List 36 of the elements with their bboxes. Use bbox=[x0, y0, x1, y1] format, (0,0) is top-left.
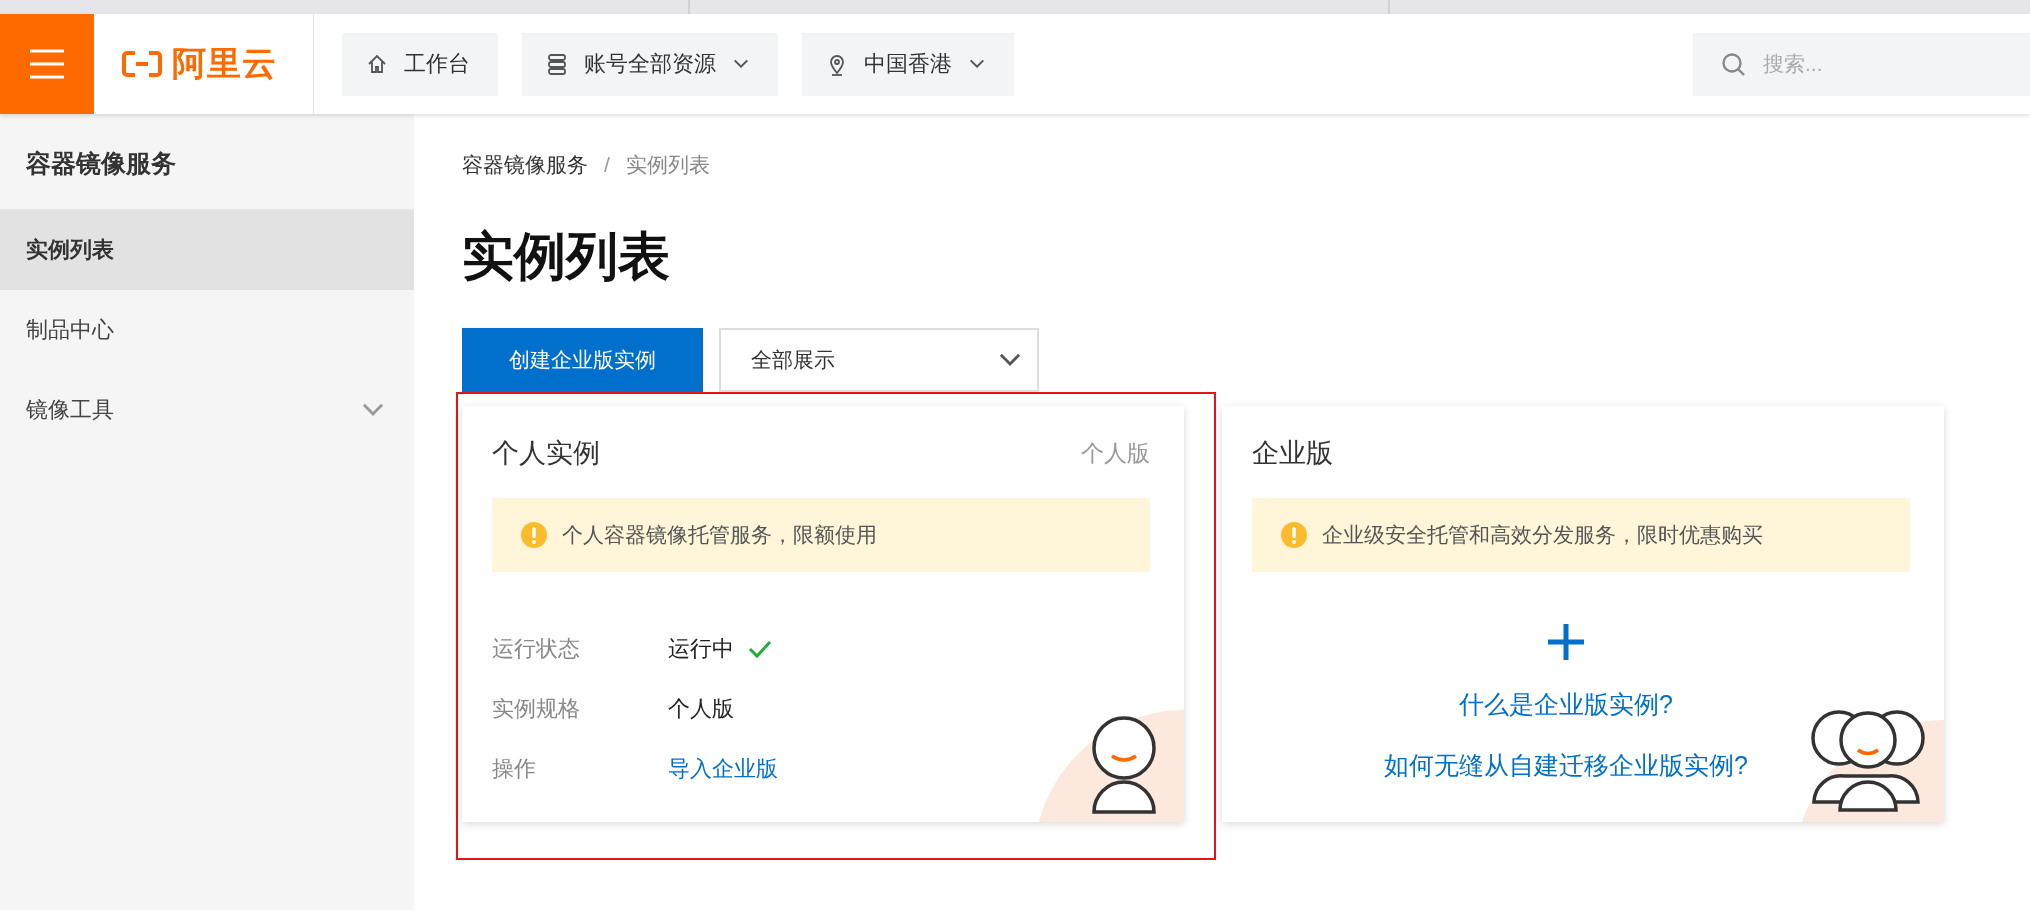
breadcrumb-current: 实例列表 bbox=[625, 152, 710, 178]
import-link[interactable]: 导入企业版 bbox=[668, 754, 778, 784]
notice-text: 个人容器镜像托管服务，限额使用 bbox=[562, 522, 877, 548]
search-field[interactable]: 搜索... bbox=[1693, 32, 2030, 96]
notice-text: 企业级安全托管和高效分发服务，限时优惠购买 bbox=[1322, 522, 1763, 548]
filter-dropdown[interactable]: 全部展示 bbox=[719, 328, 1039, 392]
help-link[interactable]: 什么是企业版实例? bbox=[1459, 688, 1673, 721]
sidebar-item[interactable]: 镜像工具 bbox=[0, 370, 414, 450]
create-button[interactable]: 创建企业版实例 bbox=[462, 328, 703, 392]
stacked-bars-icon bbox=[546, 52, 568, 76]
home-icon bbox=[366, 53, 388, 75]
help-link[interactable]: 如何无缝从自建迁移企业版实例? bbox=[1384, 749, 1748, 782]
nav-button[interactable]: 工作台 bbox=[342, 32, 498, 96]
sidebar-item[interactable]: 实例列表 bbox=[0, 210, 414, 290]
logo-text: 阿里云 bbox=[172, 43, 277, 84]
warning-icon bbox=[1280, 521, 1308, 549]
search-icon bbox=[1721, 51, 1746, 77]
plus-icon bbox=[1548, 624, 1584, 660]
nav-button[interactable]: 账号全部资源 bbox=[522, 32, 778, 96]
detail-label: 实例规格 bbox=[492, 695, 580, 723]
breadcrumb-link[interactable]: 容器镜像服务 bbox=[462, 151, 588, 179]
detail-label: 操作 bbox=[492, 755, 536, 783]
detail-value: 个人版 bbox=[668, 695, 734, 723]
sidebar-item[interactable]: 制品中心 bbox=[0, 290, 414, 370]
menu-button[interactable] bbox=[0, 14, 94, 114]
nav-button[interactable]: 中国香港 bbox=[802, 32, 1014, 96]
logo-icon bbox=[122, 50, 162, 78]
breadcrumb-separator: / bbox=[604, 153, 610, 177]
edition-label: 个人版 bbox=[1081, 438, 1150, 468]
warning-icon bbox=[520, 521, 548, 549]
detail-label: 运行状态 bbox=[492, 635, 580, 663]
detail-value: 运行中 bbox=[668, 635, 734, 663]
card-title: 企业版 bbox=[1252, 437, 1333, 470]
page-title: 实例列表 bbox=[462, 226, 671, 287]
card-title: 个人实例 bbox=[492, 437, 600, 470]
menu-icon bbox=[30, 49, 64, 79]
